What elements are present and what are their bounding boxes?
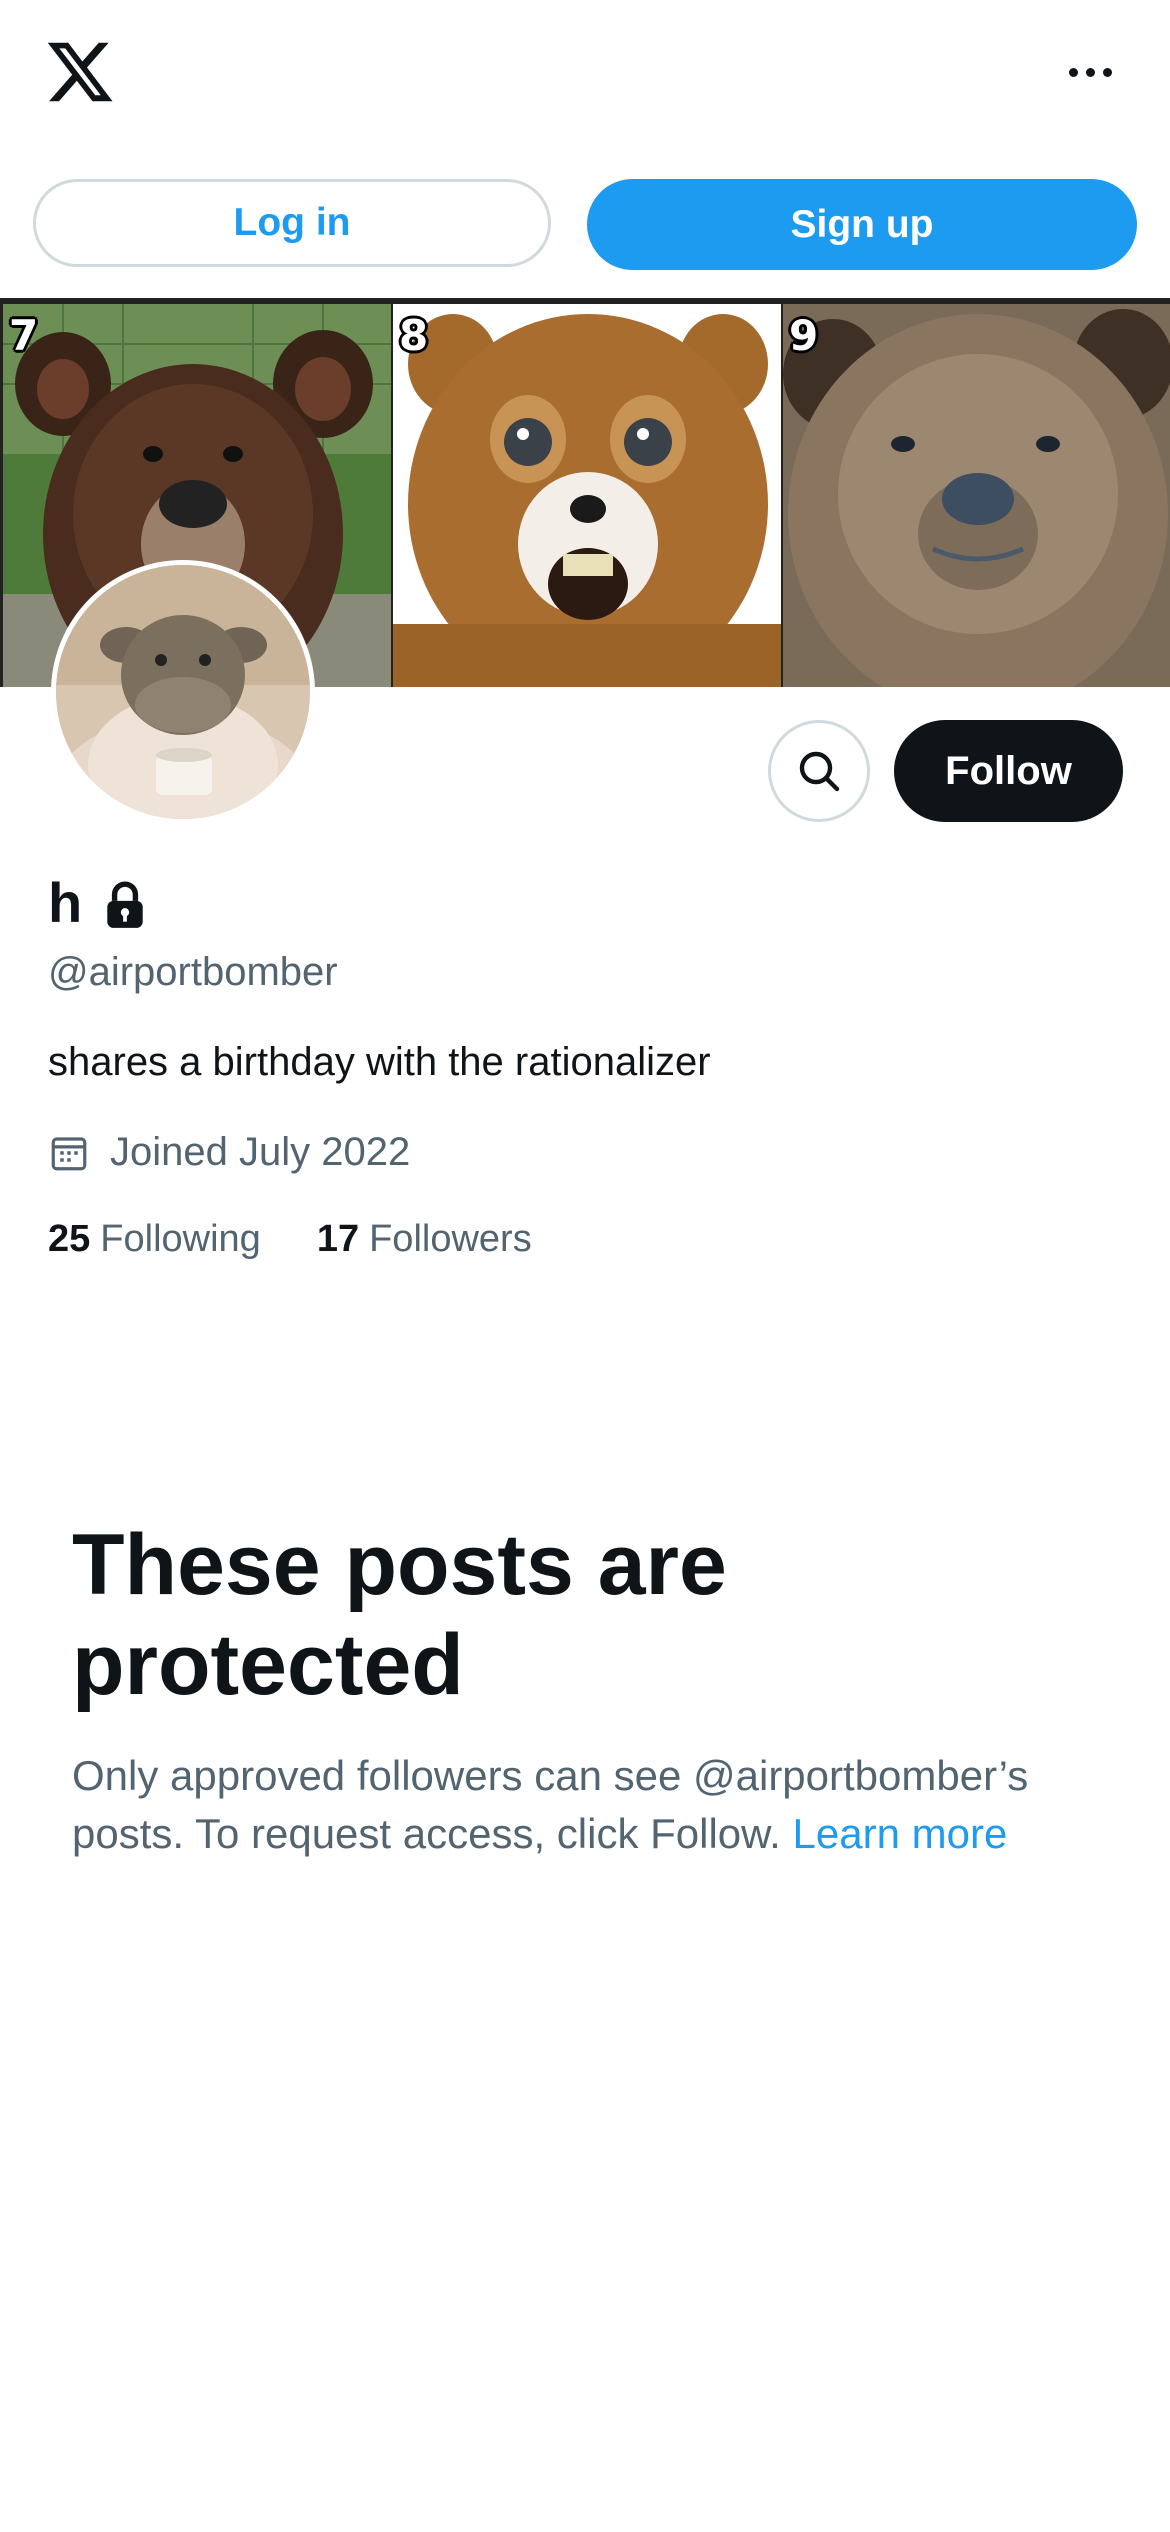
login-button[interactable]: Log in bbox=[33, 179, 551, 267]
followers-count: 17 bbox=[316, 1218, 360, 1260]
search-button[interactable] bbox=[768, 720, 870, 822]
followers-label: Followers bbox=[369, 1218, 532, 1260]
banner-number-7: 7 bbox=[9, 311, 39, 360]
banner-number-8: 8 bbox=[399, 311, 429, 360]
more-horizontal-icon bbox=[1068, 67, 1078, 77]
learn-more-link[interactable]: Learn more bbox=[793, 1810, 1008, 1857]
profile-bio: shares a birthday with the rationalizer bbox=[48, 1040, 711, 1084]
more-options-button[interactable] bbox=[1050, 52, 1130, 92]
following-link[interactable]: 25 Following bbox=[48, 1218, 261, 1261]
calendar-icon bbox=[51, 1136, 87, 1170]
x-logo-icon[interactable] bbox=[44, 36, 116, 108]
follow-stats: 25 Following 17 Followers bbox=[48, 1218, 532, 1261]
profile-name-row: h bbox=[48, 870, 146, 935]
joined-date: Joined July 2022 bbox=[48, 1130, 410, 1175]
joined-text: Joined July 2022 bbox=[110, 1130, 411, 1174]
profile-handle: @airportbomber bbox=[48, 950, 338, 994]
followers-link[interactable]: 17 Followers bbox=[317, 1218, 532, 1261]
protected-description: Only approved followers can see @airport… bbox=[72, 1747, 1112, 1863]
avatar[interactable] bbox=[51, 560, 315, 824]
search-icon bbox=[799, 751, 840, 792]
display-name: h bbox=[48, 871, 83, 934]
following-label: Following bbox=[100, 1218, 261, 1260]
following-count: 25 bbox=[48, 1218, 91, 1260]
follow-button[interactable]: Follow bbox=[894, 720, 1123, 822]
lock-icon bbox=[104, 878, 146, 928]
banner-panel-3: 9 bbox=[783, 304, 1170, 687]
banner-number-9: 9 bbox=[789, 311, 819, 360]
signup-button[interactable]: Sign up bbox=[587, 179, 1137, 270]
protected-title: These posts are protected bbox=[72, 1517, 727, 1713]
banner-panel-2: 8 bbox=[393, 304, 781, 687]
